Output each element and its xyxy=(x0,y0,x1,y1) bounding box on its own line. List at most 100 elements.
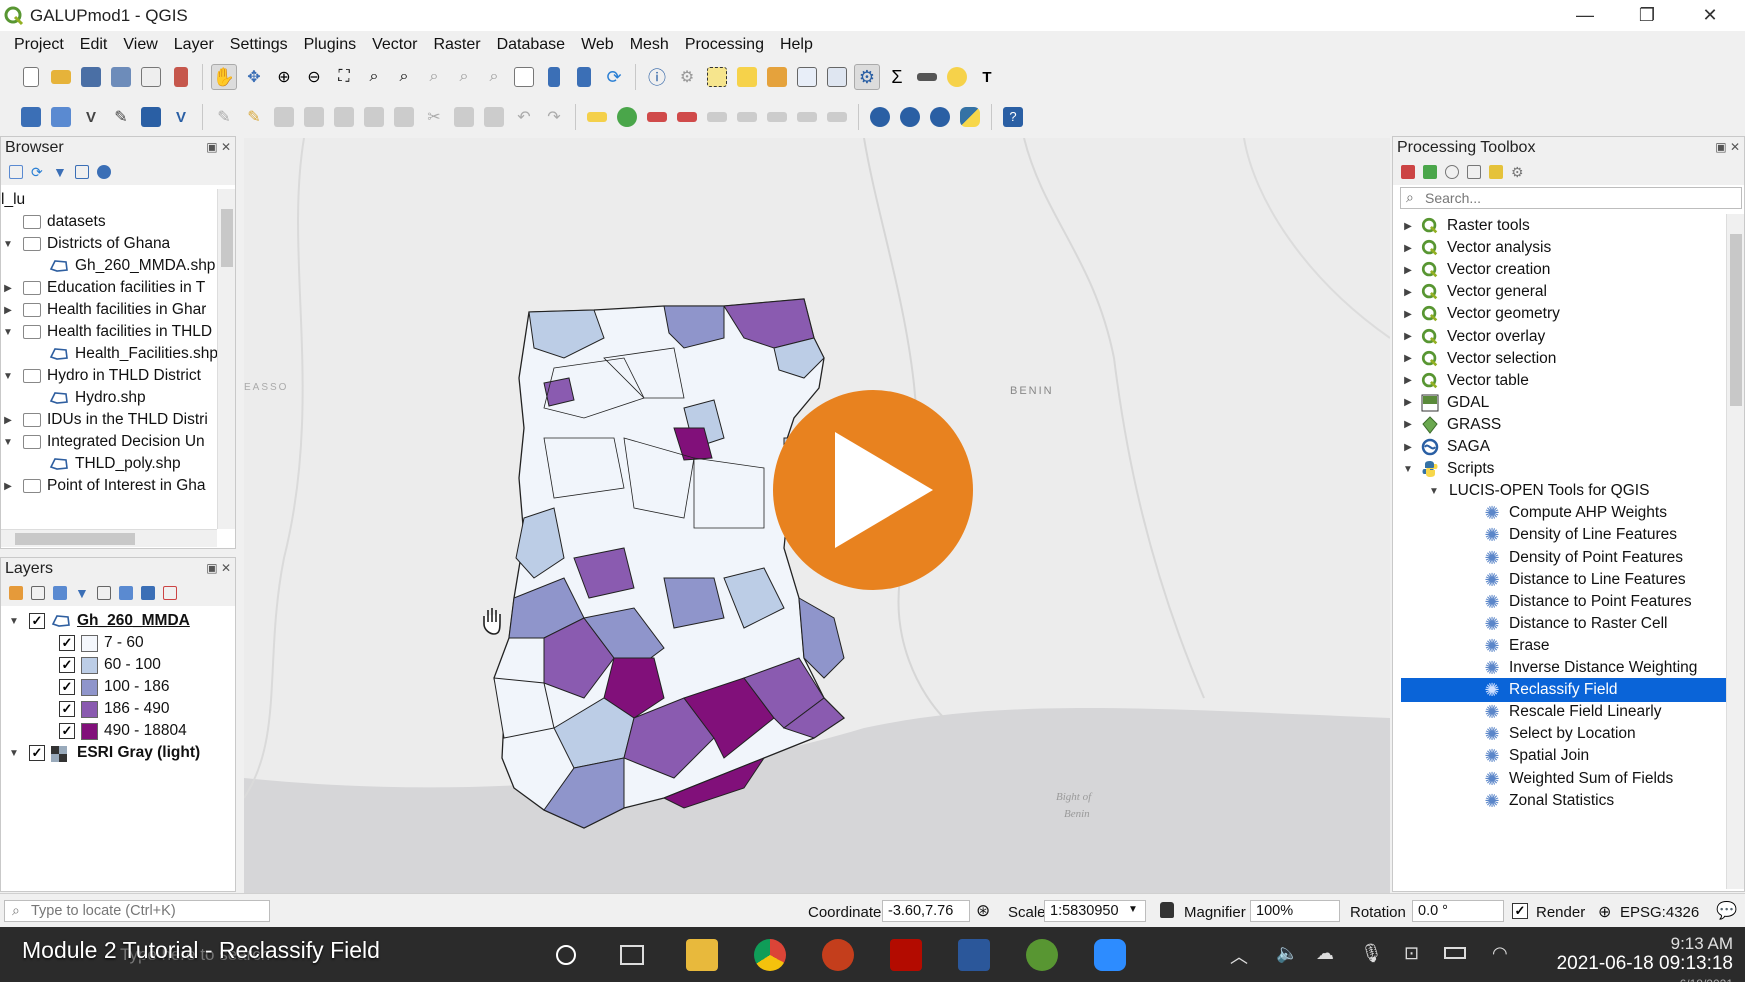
play-video-button[interactable] xyxy=(773,390,973,590)
results-icon[interactable] xyxy=(1467,165,1481,179)
close-panel-icon[interactable]: ▣ ✕ xyxy=(206,561,231,575)
expand-arrow-icon[interactable]: ▼ xyxy=(7,748,21,759)
toolbox-provider[interactable]: ▶ Raster tools xyxy=(1401,214,1719,238)
browser-item[interactable]: datasets xyxy=(1,211,106,233)
move-label-icon[interactable] xyxy=(704,104,730,130)
wifi-icon[interactable]: ◠ xyxy=(1492,943,1508,964)
paste-features-icon[interactable] xyxy=(481,104,507,130)
toolbox-provider[interactable]: ▶ GRASS xyxy=(1401,413,1719,437)
zoom-last-icon[interactable]: ⌕ xyxy=(451,64,477,90)
toolbox-provider[interactable]: ▶ Vector analysis xyxy=(1401,236,1719,260)
vertex-tool-icon[interactable] xyxy=(331,104,357,130)
toolbox-script-item[interactable]: ✺ Select by Location xyxy=(1401,722,1727,746)
attribute-table-icon[interactable] xyxy=(794,64,820,90)
show-hide-labels-icon[interactable] xyxy=(794,104,820,130)
menu-processing[interactable]: Processing xyxy=(677,31,772,58)
volume-icon[interactable]: 🔈 xyxy=(1276,943,1298,964)
add-wms-icon[interactable] xyxy=(138,104,164,130)
current-edits-icon[interactable]: ✎ xyxy=(211,104,237,130)
zoom-in-icon[interactable]: ⊕ xyxy=(271,64,297,90)
add-feature-icon[interactable] xyxy=(301,104,327,130)
menu-view[interactable]: View xyxy=(115,31,165,58)
browser-item[interactable]: ▼ Health facilities in THLD xyxy=(1,321,212,343)
collapse-arrow-icon[interactable]: ▶ xyxy=(1401,265,1415,276)
add-group-icon[interactable] xyxy=(31,586,45,600)
manage-themes-icon[interactable] xyxy=(53,586,67,600)
pan-to-selection-icon[interactable]: ✥ xyxy=(241,64,267,90)
copy-features-icon[interactable] xyxy=(451,104,477,130)
chrome-icon[interactable] xyxy=(754,939,786,971)
legend-class-item[interactable]: ✓ 490 - 18804 xyxy=(1,720,187,742)
menu-database[interactable]: Database xyxy=(489,31,574,58)
map-tips-icon[interactable] xyxy=(944,64,970,90)
legend-class-item[interactable]: ✓ 60 - 100 xyxy=(1,654,161,676)
text-annotation-icon[interactable]: T xyxy=(974,64,1000,90)
layer-item[interactable]: ▼ ✓ Gh_260_MMDA xyxy=(1,610,190,632)
network-icon[interactable]: ⊡ xyxy=(1404,943,1419,964)
print-layout-icon[interactable] xyxy=(138,64,164,90)
collapse-arrow-icon[interactable]: ▶ xyxy=(1,481,15,492)
expand-arrow-icon[interactable]: ▼ xyxy=(7,616,21,627)
menu-mesh[interactable]: Mesh xyxy=(622,31,677,58)
refresh-icon[interactable]: ⟳ xyxy=(601,64,627,90)
browser-item[interactable]: Health_Facilities.shp xyxy=(1,343,217,365)
highlight-labels-icon[interactable] xyxy=(674,104,700,130)
collapse-arrow-icon[interactable]: ▶ xyxy=(1401,331,1415,342)
collapse-arrow-icon[interactable]: ▶ xyxy=(1,283,15,294)
collapse-arrow-icon[interactable]: ▶ xyxy=(1401,309,1415,320)
chevron-up-icon[interactable]: ︿ xyxy=(1230,943,1248,969)
menu-raster[interactable]: Raster xyxy=(425,31,488,58)
cortana-icon[interactable] xyxy=(556,945,576,965)
new-project-icon[interactable] xyxy=(18,64,44,90)
digitize-icon[interactable]: ✎ xyxy=(108,104,134,130)
help-icon[interactable]: ? xyxy=(1000,104,1026,130)
coordinate-field[interactable]: -3.60,7.76 xyxy=(882,900,970,922)
browser-item[interactable]: l_lu xyxy=(1,189,25,211)
toolbox-script-item[interactable]: ✺ Compute AHP Weights xyxy=(1401,501,1727,525)
toolbox-script-item[interactable]: ✺ Distance to Point Features xyxy=(1401,590,1727,614)
class-visibility-checkbox[interactable]: ✓ xyxy=(59,701,75,717)
collapse-arrow-icon[interactable]: ▶ xyxy=(1,305,15,316)
scripts-icon[interactable] xyxy=(1423,165,1437,179)
toolbox-script-group[interactable]: ▼ LUCIS-OPEN Tools for QGIS xyxy=(1401,479,1719,503)
options-icon[interactable]: ⚙ xyxy=(1511,165,1525,179)
toolbox-script-item[interactable]: ✺ Zonal Statistics xyxy=(1401,789,1727,813)
acrobat-icon[interactable] xyxy=(890,939,922,971)
browser-item[interactable]: ▶ Education facilities in T xyxy=(1,277,205,299)
edit-features-icon[interactable] xyxy=(1489,165,1503,179)
toolbox-script-item[interactable]: ✺ Reclassify Field xyxy=(1401,678,1727,703)
browser-item[interactable]: Gh_260_MMDA.shp xyxy=(1,255,215,277)
collapse-arrow-icon[interactable]: ▶ xyxy=(1401,287,1415,298)
legend-class-item[interactable]: ✓ 186 - 490 xyxy=(1,698,170,720)
crs-button[interactable]: EPSG:4326 xyxy=(1620,904,1699,921)
layer-visibility-checkbox[interactable]: ✓ xyxy=(29,745,45,761)
expand-arrow-icon[interactable]: ▼ xyxy=(1,327,15,338)
locate-input[interactable]: Type to locate (Ctrl+K) xyxy=(4,900,270,922)
layer-item[interactable]: ▼ ✓ ESRI Gray (light) xyxy=(1,742,200,764)
history-icon[interactable] xyxy=(1445,165,1459,179)
new-bookmark-icon[interactable] xyxy=(541,64,567,90)
browser-item[interactable]: ▼ Hydro in THLD District xyxy=(1,365,201,387)
identify-features-icon[interactable]: ⓘ xyxy=(644,64,670,90)
pan-map-icon[interactable]: ✋ xyxy=(211,64,237,90)
field-calculator-icon[interactable] xyxy=(824,64,850,90)
zoom-next-icon[interactable]: ⌕ xyxy=(481,64,507,90)
statistical-summary-icon[interactable]: Σ xyxy=(884,64,910,90)
modify-attributes-icon[interactable] xyxy=(361,104,387,130)
zoom-layer-icon[interactable]: ⌕ xyxy=(391,64,417,90)
powerpoint-icon[interactable] xyxy=(822,939,854,971)
browser-item[interactable]: Hydro.shp xyxy=(1,387,146,409)
pin-labels-icon[interactable] xyxy=(644,104,670,130)
toolbox-vscrollbar[interactable] xyxy=(1726,214,1744,889)
render-checkbox[interactable]: ✓ xyxy=(1512,903,1528,919)
collapse-arrow-icon[interactable]: ▶ xyxy=(1401,353,1415,364)
label-properties-icon[interactable] xyxy=(824,104,850,130)
toolbox-script-item[interactable]: ✺ Density of Point Features xyxy=(1401,546,1727,570)
save-project-icon[interactable] xyxy=(78,64,104,90)
filter-legend-icon[interactable]: ▼ xyxy=(75,586,89,600)
expand-arrow-icon[interactable]: ▼ xyxy=(1427,486,1441,497)
close-button[interactable]: ✕ xyxy=(1680,0,1740,31)
browser-item[interactable]: ▶ Point of Interest in Gha xyxy=(1,475,205,497)
close-panel-icon[interactable]: ▣ ✕ xyxy=(1715,140,1740,154)
toolbox-search-input[interactable]: Search... xyxy=(1400,187,1742,209)
